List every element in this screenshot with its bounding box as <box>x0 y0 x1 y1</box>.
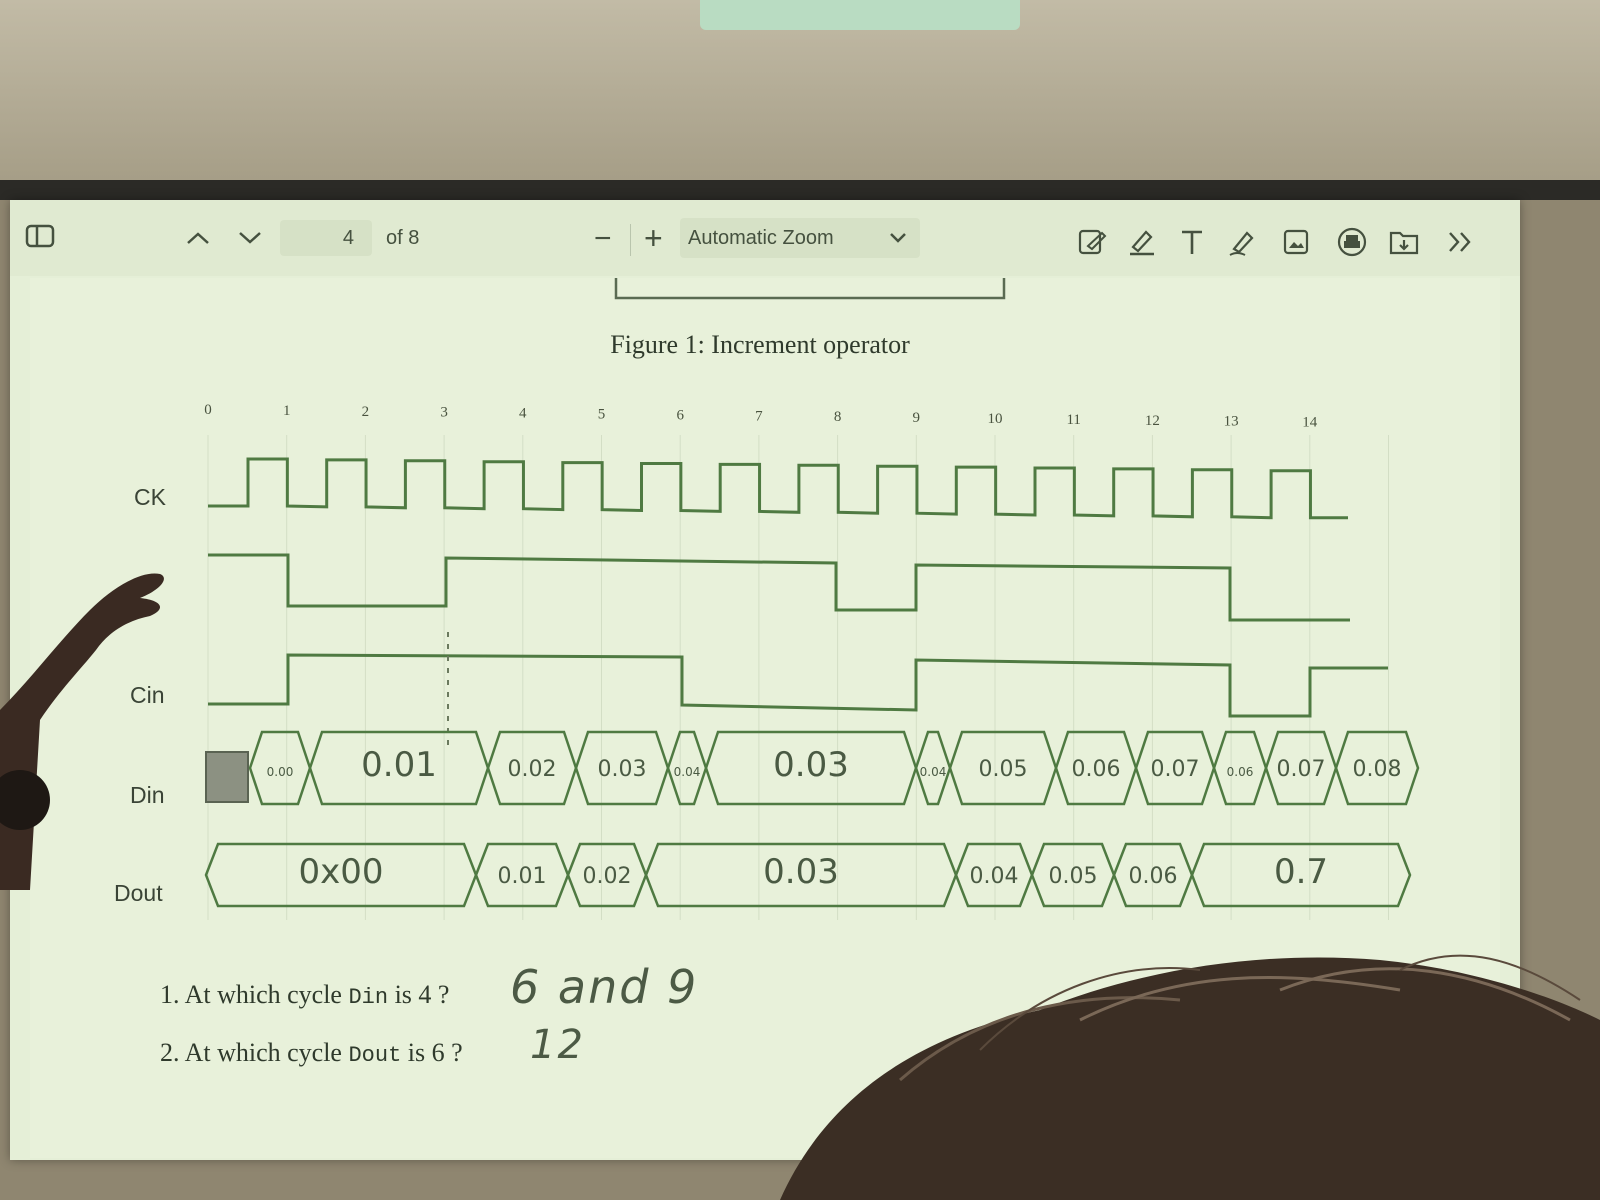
bus-value: 0x00 <box>298 852 383 892</box>
cycle-label: 14 <box>1302 415 1318 431</box>
bus-dout: 0x00 0.01 0.02 0.03 0.04 0.05 0.06 0.7 <box>204 842 1412 908</box>
question-text: At which cycle <box>184 980 342 1009</box>
bus-value: 0.06 <box>1072 757 1121 782</box>
bus-value: 0.06 <box>1227 765 1254 779</box>
wall-sign <box>700 0 1020 30</box>
question-text: is 4 ? <box>394 980 450 1009</box>
bus-value: 0.02 <box>583 864 632 889</box>
bus-value: 0.04 <box>970 864 1019 889</box>
cycle-label: 0 <box>204 402 212 418</box>
bus-din: 0.00 0.01 0.02 0.03 0.04 0.03 0.04 0.05 0.06 0.07… <box>248 730 1420 806</box>
cycle-label: 12 <box>1145 413 1160 429</box>
answer-1: 6 and 9 <box>510 960 699 1014</box>
answer-2: 12 <box>530 1022 585 1068</box>
cycle-label: 4 <box>519 406 527 422</box>
question-code: Dout <box>348 1043 402 1068</box>
audience-head <box>780 954 1600 1200</box>
cycle-label: 8 <box>834 409 842 425</box>
cycle-label: 11 <box>1066 412 1080 428</box>
question-2: 2. At which cycle Dout is 6 ? <box>160 1038 463 1068</box>
din-unknown-block <box>205 751 249 803</box>
waveform-ck <box>208 457 1348 520</box>
question-text: At which cycle <box>184 1038 342 1067</box>
bus-value: 0.04 <box>674 765 701 779</box>
bus-value: 0.08 <box>1353 757 1402 782</box>
cycle-label: 1 <box>283 403 291 419</box>
bus-value: 0.03 <box>763 852 839 892</box>
bus-value: 0.01 <box>361 745 437 785</box>
bus-value: 0.05 <box>979 757 1028 782</box>
bus-value: 0.06 <box>1129 864 1178 889</box>
cycle-labels: 0 1 2 3 4 5 6 7 8 9 10 11 12 13 14 <box>204 402 1318 431</box>
bus-value: 0.07 <box>1277 757 1326 782</box>
bus-value: 0.03 <box>598 757 647 782</box>
waveform-unlabeled <box>208 553 1350 622</box>
bus-value: 0.7 <box>1274 852 1328 892</box>
question-1: 1. At which cycle Din is 4 ? <box>160 980 449 1010</box>
cycle-label: 13 <box>1224 414 1239 430</box>
bus-value: 0.01 <box>498 864 547 889</box>
bus-value: 0.00 <box>267 765 294 779</box>
question-number: 2. <box>160 1038 180 1067</box>
bus-value: 0.04 <box>920 765 947 779</box>
cycle-label: 2 <box>362 404 370 420</box>
cycle-label: 9 <box>913 410 921 426</box>
question-number: 1. <box>160 980 180 1009</box>
waveform-cin <box>208 653 1388 718</box>
pointing-hand <box>0 573 164 890</box>
cycle-label: 5 <box>598 407 606 423</box>
cycle-label: 6 <box>676 407 684 423</box>
bus-value: 0.03 <box>773 745 849 785</box>
cycle-label: 7 <box>755 408 763 424</box>
question-code: Din <box>348 985 389 1010</box>
screen-frame <box>0 180 1600 200</box>
cycle-label: 3 <box>440 405 448 421</box>
bus-value: 0.05 <box>1049 864 1098 889</box>
bus-value: 0.02 <box>508 757 557 782</box>
cycle-label: 10 <box>988 411 1003 427</box>
bus-value: 0.07 <box>1151 757 1200 782</box>
question-text: is 6 ? <box>407 1038 463 1067</box>
